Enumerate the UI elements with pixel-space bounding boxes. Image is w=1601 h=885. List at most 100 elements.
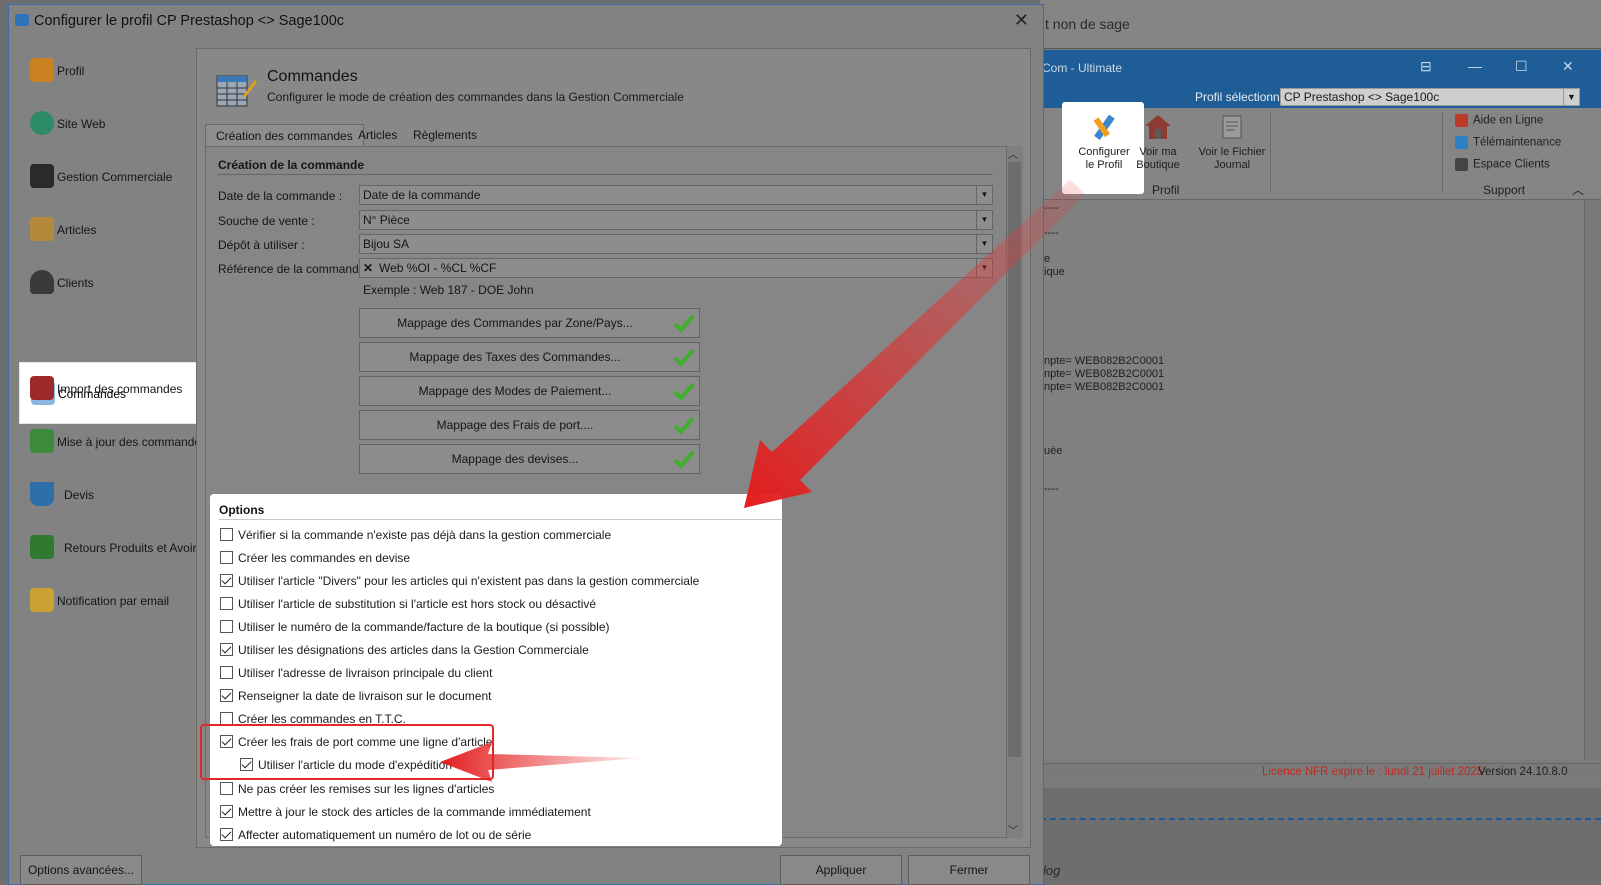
help-online-link[interactable]: Aide en Ligne xyxy=(1455,114,1543,127)
sidebar-item-label: Articles xyxy=(57,223,97,237)
checkbox[interactable] xyxy=(220,551,233,564)
sidebar-item-import-commandes[interactable]: Import des commandes xyxy=(20,364,200,412)
apply-button[interactable]: Appliquer xyxy=(780,855,902,885)
sidebar-item-notification[interactable]: Notification par email xyxy=(20,576,200,624)
sidebar-item-site-web[interactable]: Site Web xyxy=(20,99,200,147)
checkbox[interactable] xyxy=(220,666,233,679)
sidebar-item-profil[interactable]: Profil xyxy=(20,46,200,94)
sidebar-item-clients[interactable]: Clients xyxy=(20,258,200,306)
view-shop-button[interactable]: Voir ma Boutique xyxy=(1130,112,1186,172)
chevron-down-icon: ▼ xyxy=(976,211,992,229)
checkbox[interactable] xyxy=(220,597,233,610)
button-label: Mappage des devises... xyxy=(451,452,579,466)
option-checkbox[interactable]: Utiliser le numéro de la commande/factur… xyxy=(220,620,610,634)
check-icon xyxy=(673,348,695,367)
button-label: Mappage des Commandes par Zone/Pays... xyxy=(397,316,633,330)
field-label: Dépôt à utiliser : xyxy=(218,238,305,252)
mapping-currency-button[interactable]: Mappage des devises... xyxy=(359,444,700,474)
sidebar-item-label: Mise à jour des commandes xyxy=(57,435,208,449)
dialog-title-text: Configurer le profil CP Prestashop <> Sa… xyxy=(34,13,345,29)
remote-maintenance-link[interactable]: Télémaintenance xyxy=(1455,136,1561,149)
input-value: Web %OI - %CL %CF xyxy=(379,261,497,275)
clear-icon[interactable]: ✕ xyxy=(363,259,377,277)
order-reference-input[interactable]: ✕ Web %OI - %CL %CF ▼ xyxy=(359,258,993,278)
chevron-down-icon: ▼ xyxy=(976,259,992,277)
scrollbar-thumb[interactable] xyxy=(1008,162,1021,757)
collapse-ribbon-icon[interactable]: ︿ xyxy=(1572,181,1584,198)
group-label-support: Support xyxy=(1483,183,1526,197)
option-checkbox[interactable]: Utiliser l'article "Divers" pour les art… xyxy=(220,574,699,588)
option-label: Créer les commandes en devise xyxy=(238,551,411,565)
scroll-down-icon[interactable]: ﹀ xyxy=(1008,822,1018,837)
option-checkbox[interactable]: Créer les commandes en devise xyxy=(220,551,410,565)
checkbox[interactable] xyxy=(220,643,233,656)
log-line: ---- xyxy=(1044,202,1059,214)
profile-select[interactable]: CP Prestashop <> Sage100c ▼ xyxy=(1280,88,1580,106)
tab-creation-commandes[interactable]: Création des commandes xyxy=(205,124,364,146)
app-icon xyxy=(15,14,29,26)
check-icon xyxy=(673,314,695,333)
boxes-icon xyxy=(30,217,54,241)
close-button[interactable]: Fermer xyxy=(908,855,1030,885)
minimize-icon[interactable]: — xyxy=(1468,58,1482,74)
scroll-up-icon[interactable]: ︿ xyxy=(1008,146,1018,161)
log-line: ique xyxy=(1044,266,1065,278)
support-item-label: Aide en Ligne xyxy=(1473,114,1544,127)
field-label: Souche de vente : xyxy=(218,214,315,228)
option-label: Utiliser les désignations des articles d… xyxy=(238,643,589,657)
mapping-payment-button[interactable]: Mappage des Modes de Paiement... xyxy=(359,376,700,406)
sidebar-item-devis[interactable]: Devis xyxy=(20,470,200,518)
options-panel: Options Vérifier si la commande n'existe… xyxy=(210,494,782,846)
basket-icon xyxy=(30,482,54,506)
sidebar-item-label: Import des commandes xyxy=(57,382,183,396)
sidebar-item-retours[interactable]: Retours Produits et Avoirs xyxy=(20,523,203,571)
return-arrow-icon xyxy=(30,535,54,559)
sidebar-item-mise-a-jour[interactable]: Mise à jour des commandes xyxy=(20,417,207,465)
tab-reglements[interactable]: Règlements xyxy=(403,124,487,146)
window-close-icon[interactable]: ✕ xyxy=(1562,58,1574,75)
advanced-options-button[interactable]: Options avancées... xyxy=(20,855,142,885)
option-checkbox[interactable]: Affecter automatiquement un numéro de lo… xyxy=(220,828,531,842)
checkbox[interactable] xyxy=(220,528,233,541)
option-checkbox[interactable]: Ne pas créer les remises sur les lignes … xyxy=(220,782,494,796)
mapping-zone-button[interactable]: Mappage des Commandes par Zone/Pays... xyxy=(359,308,700,338)
view-journal-button[interactable]: Voir le Fichier Journal xyxy=(1192,112,1272,172)
checkbox[interactable] xyxy=(220,828,233,841)
chevron-down-icon: ▼ xyxy=(976,186,992,204)
log-scrollbar[interactable] xyxy=(1584,200,1600,760)
options-title: Options xyxy=(219,503,265,517)
option-checkbox[interactable]: Utiliser l'adresse de livraison principa… xyxy=(220,666,492,680)
checkbox[interactable] xyxy=(220,574,233,587)
checkbox[interactable] xyxy=(220,620,233,633)
option-label: Mettre à jour le stock des articles de l… xyxy=(238,805,591,819)
client-space-link[interactable]: Espace Clients xyxy=(1455,158,1550,171)
option-checkbox[interactable]: Utiliser les désignations des articles d… xyxy=(220,643,589,657)
button-label: Mappage des Modes de Paiement... xyxy=(418,384,612,398)
option-checkbox[interactable]: Utiliser l'article de substitution si l'… xyxy=(220,597,596,611)
select-value: Bijou SA xyxy=(363,237,410,251)
option-checkbox[interactable]: Mettre à jour le stock des articles de l… xyxy=(220,805,591,819)
chevron-down-icon: ▼ xyxy=(976,235,992,253)
journal-icon xyxy=(1222,115,1242,139)
checkbox[interactable] xyxy=(220,689,233,702)
sales-series-select[interactable]: N° Pièce ▼ xyxy=(359,210,993,230)
restore-panel-icon[interactable]: ⊟ xyxy=(1420,58,1432,75)
mapping-taxes-button[interactable]: Mappage des Taxes des Commandes... xyxy=(359,342,700,372)
tab-articles[interactable]: Articles xyxy=(348,124,407,146)
checkbox[interactable] xyxy=(220,805,233,818)
option-checkbox[interactable]: Vérifier si la commande n'existe pas déj… xyxy=(220,528,611,542)
configure-label-1: Configurer xyxy=(1078,146,1130,158)
checkbox[interactable] xyxy=(220,782,233,795)
maximize-icon[interactable]: ☐ xyxy=(1515,58,1528,75)
order-date-select[interactable]: Date de la commande ▼ xyxy=(359,185,993,205)
option-label: Affecter automatiquement un numéro de lo… xyxy=(238,828,532,842)
dialog-title: Configurer le profil CP Prestashop <> Sa… xyxy=(15,13,344,29)
sidebar-item-articles[interactable]: Articles xyxy=(20,205,200,253)
warehouse-select[interactable]: Bijou SA ▼ xyxy=(359,234,993,254)
monitor-icon xyxy=(1455,136,1468,149)
sidebar-item-gestion-commerciale[interactable]: Gestion Commerciale xyxy=(20,152,200,200)
option-checkbox[interactable]: Renseigner la date de livraison sur le d… xyxy=(220,689,491,703)
dialog-close-icon[interactable]: ✕ xyxy=(1014,10,1029,31)
sales-tag-icon xyxy=(30,376,54,400)
mapping-shipping-button[interactable]: Mappage des Frais de port.... xyxy=(359,410,700,440)
